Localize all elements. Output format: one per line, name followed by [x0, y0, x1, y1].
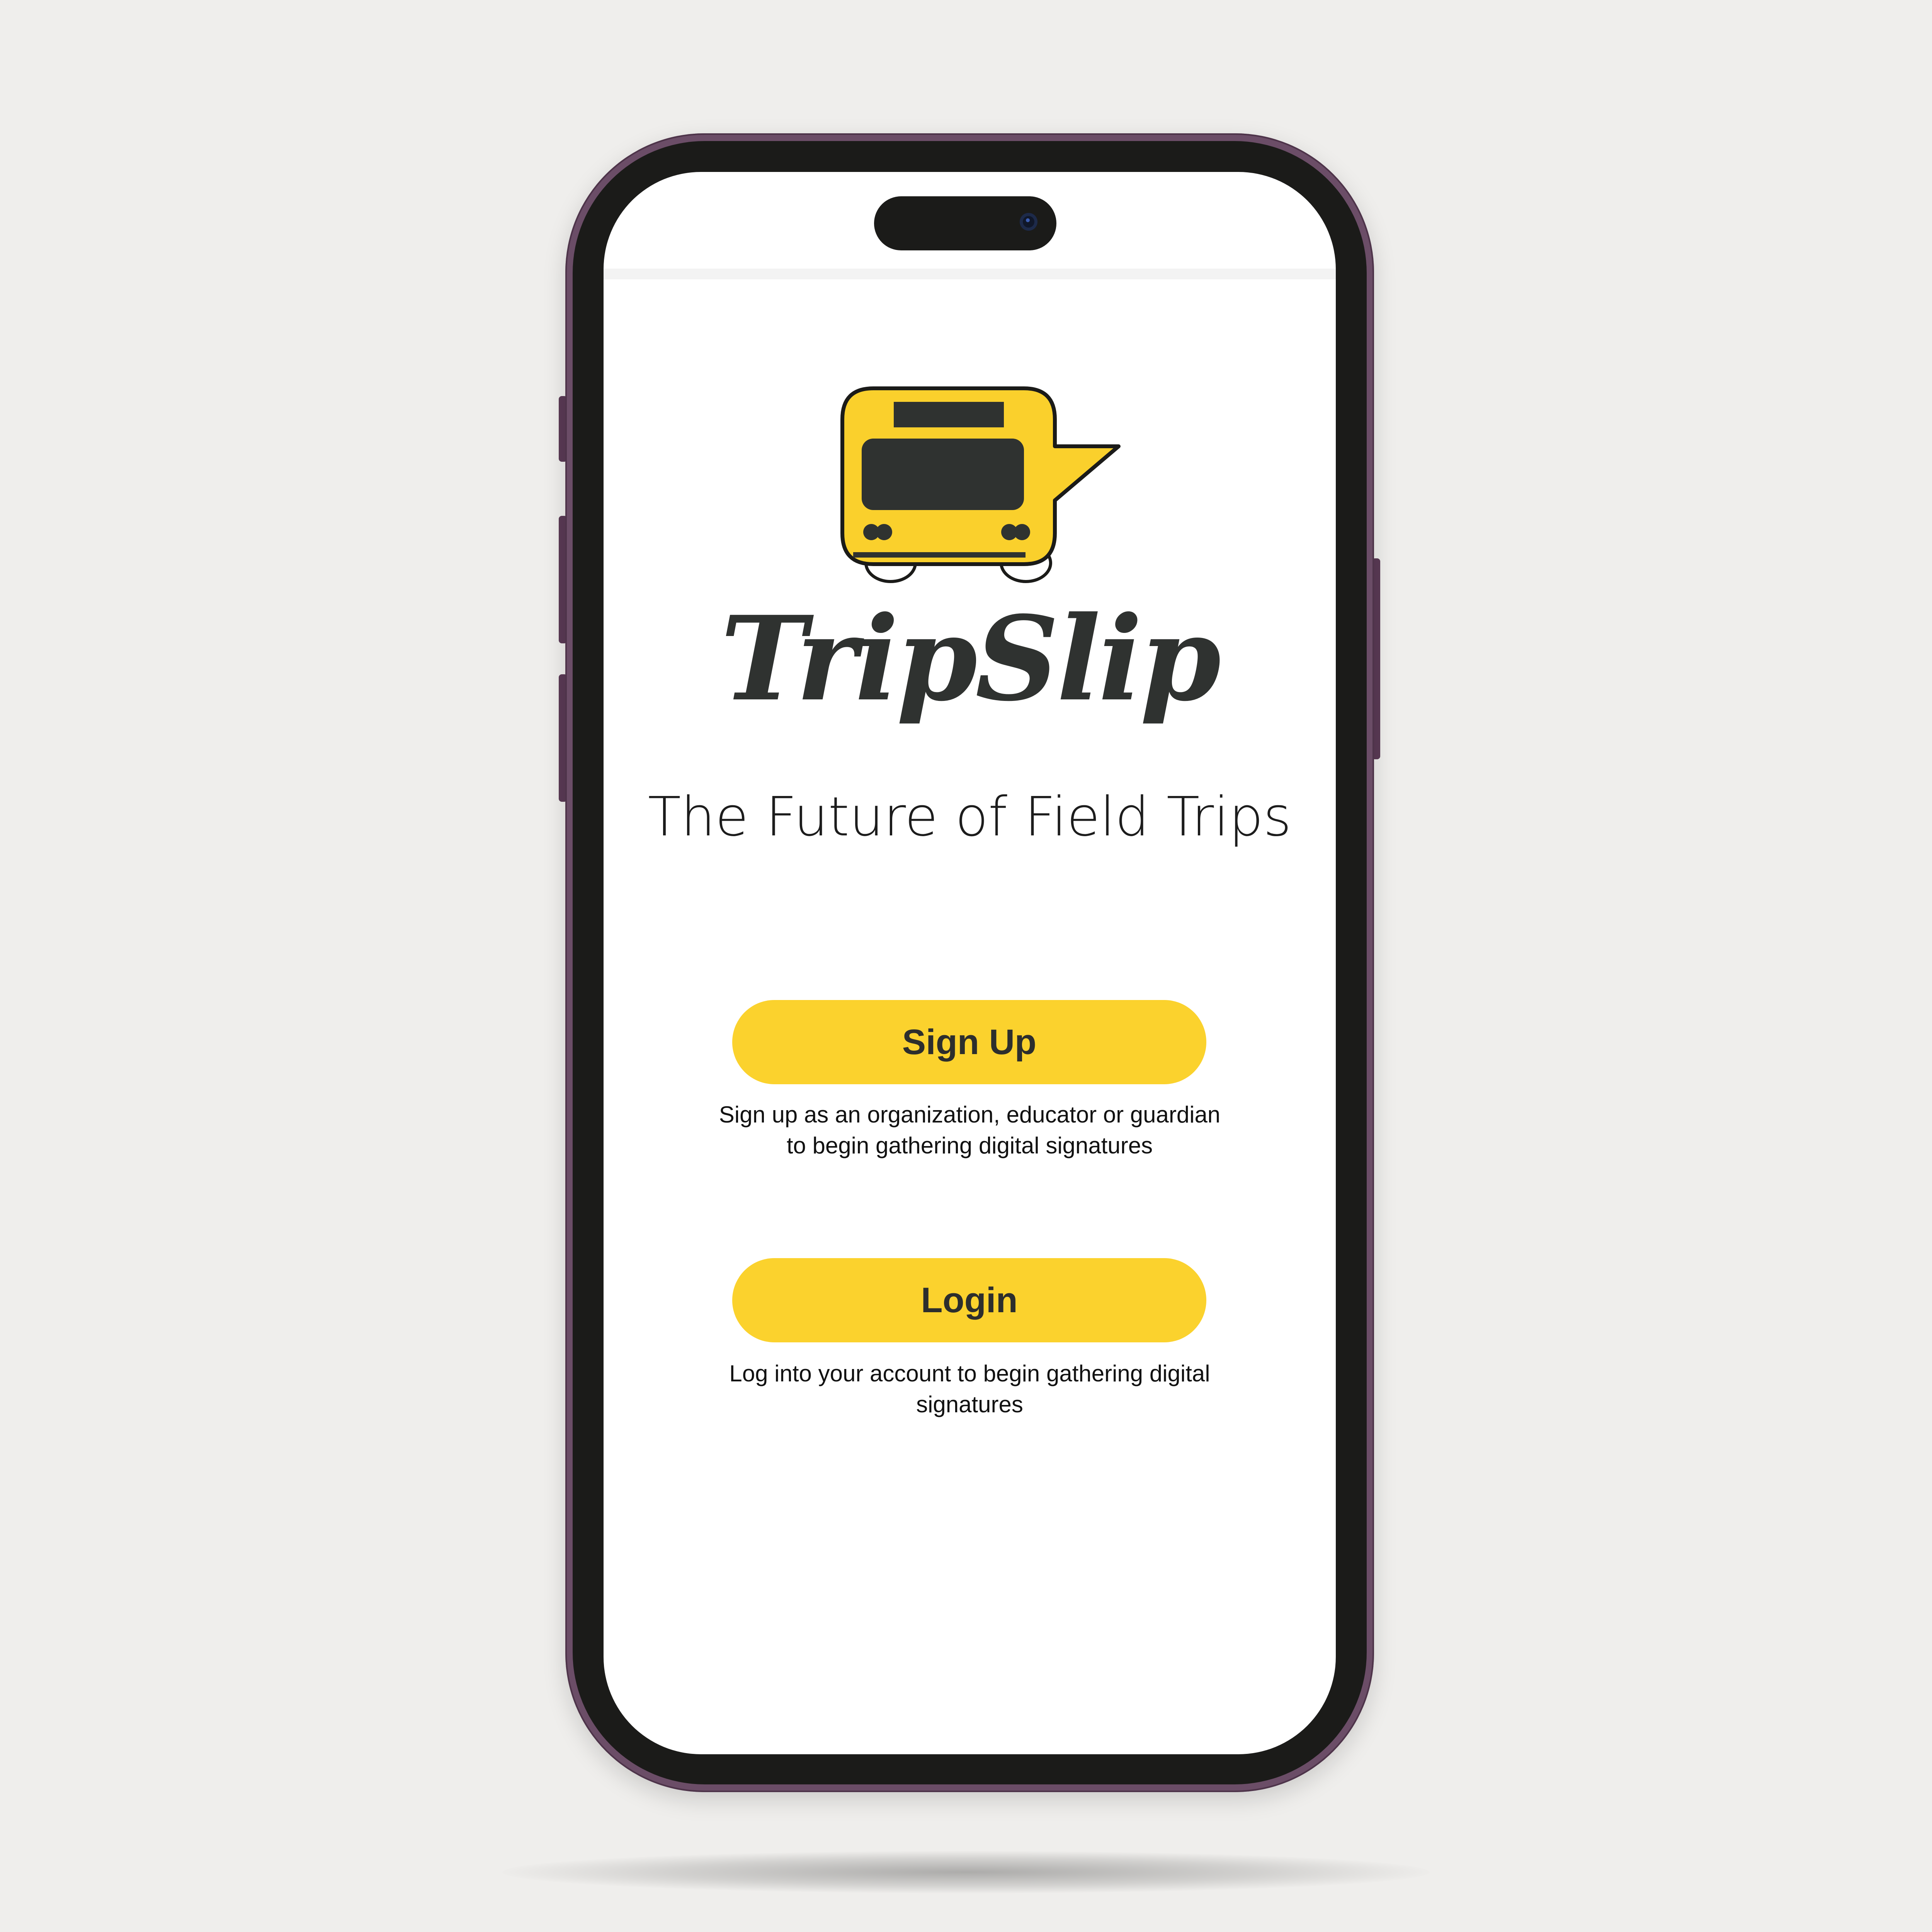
app-screen: TripSlip The Future of Field Trips Sign … [604, 172, 1336, 1754]
login-button[interactable]: Login [732, 1258, 1206, 1342]
bus-destination-sign [894, 402, 1004, 427]
sign-up-description: Sign up as an organization, educator or … [719, 1102, 1221, 1158]
bus-bumper [853, 552, 1026, 558]
brand-name: TripSlip [720, 590, 1221, 727]
tagline: The Future of Field Trips [648, 786, 1292, 849]
status-bar-strip [604, 269, 1336, 279]
bus-left-headlight-2 [876, 524, 892, 540]
bus-windshield [862, 439, 1024, 510]
sign-up-button[interactable]: Sign Up [732, 1000, 1206, 1084]
phone-floor-shadow [502, 1851, 1430, 1893]
front-camera-icon [1020, 213, 1037, 231]
school-bus-logo-icon [840, 386, 1121, 583]
bus-right-headlight-2 [1014, 524, 1030, 540]
login-description: Log into your account to begin gathering… [729, 1361, 1210, 1417]
